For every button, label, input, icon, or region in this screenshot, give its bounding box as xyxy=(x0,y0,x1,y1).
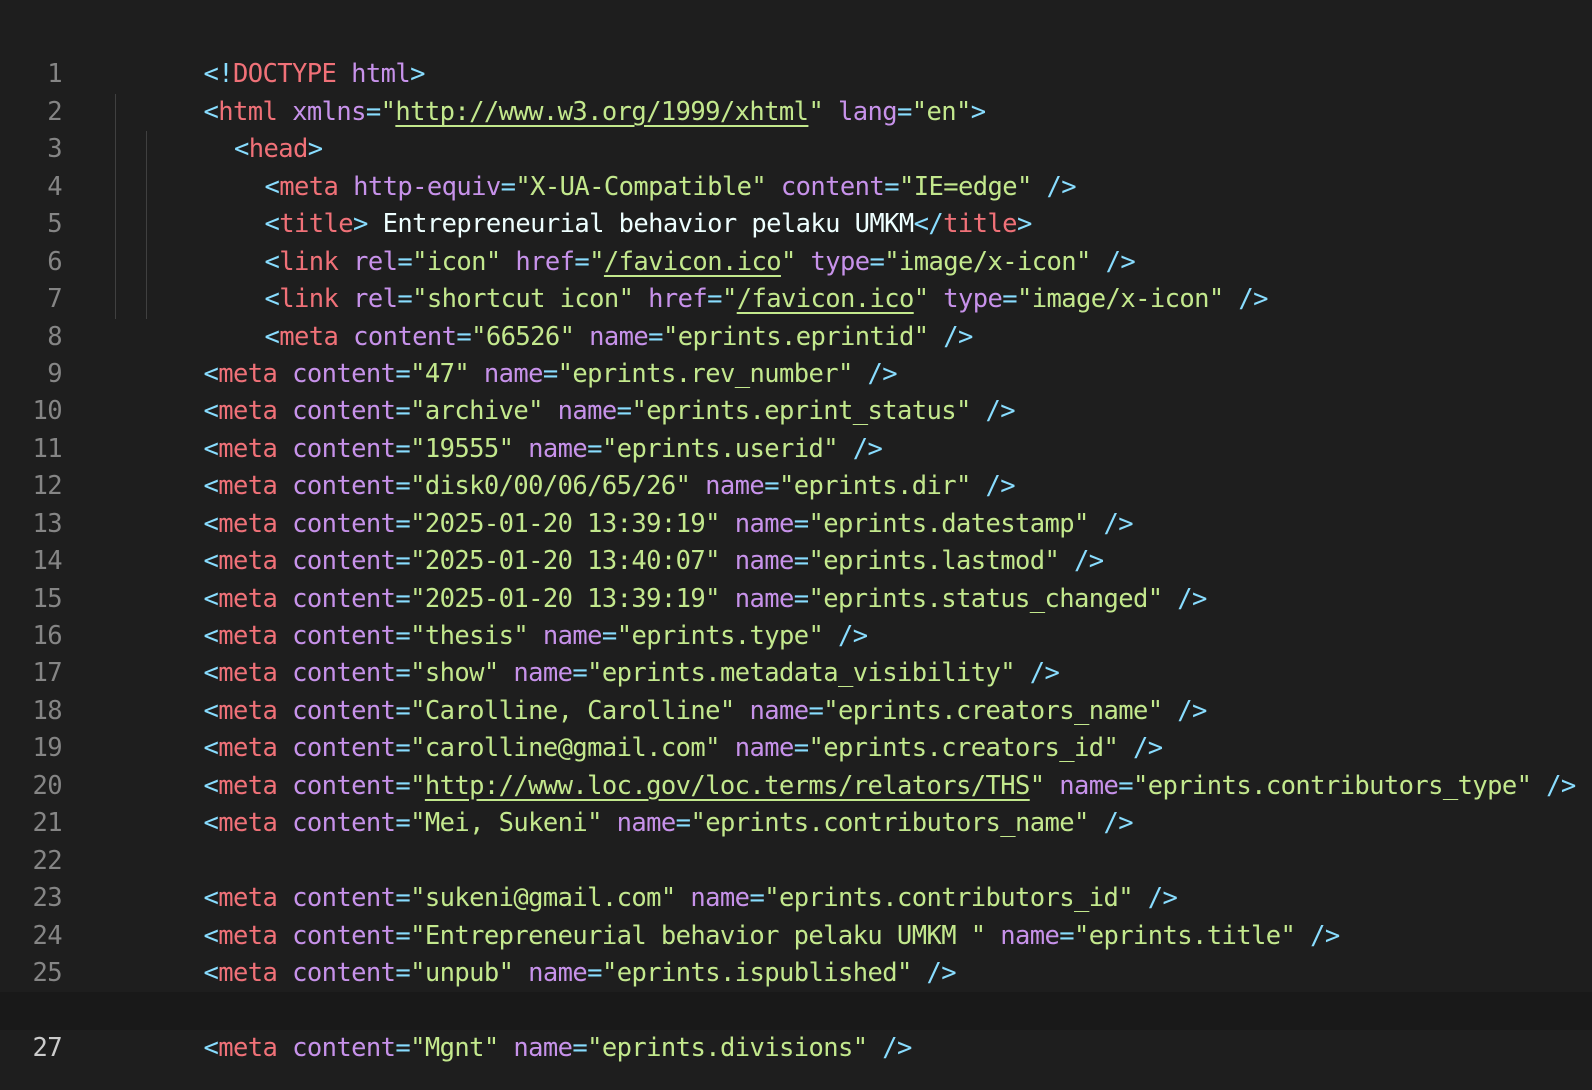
code-line[interactable]: 11 <meta content="19555" name="eprints.u… xyxy=(0,393,1592,464)
indent-guide xyxy=(145,131,147,169)
tag-token: meta xyxy=(218,1032,278,1063)
code-line[interactable]: 8 <meta content="66526" name="eprints.ep… xyxy=(0,281,1592,352)
code-line[interactable]: 24 <meta content="Entrepreneurial behavi… xyxy=(0,880,1592,951)
code-line[interactable]: 6 <link rel="icon" href="/favicon.ico" t… xyxy=(0,206,1592,277)
code-line[interactable]: 26 <meta content="HD28" name="eprints.su… xyxy=(0,955,1592,1025)
line-number: 27 xyxy=(32,1032,62,1063)
code-line-content[interactable]: <meta content="Mei, Sukeni" name="eprint… xyxy=(115,768,1592,838)
indent-guide xyxy=(115,243,116,282)
code-line-content[interactable]: <meta content="2025-01-20 13:40:07" name… xyxy=(115,506,1592,576)
code-line-content[interactable]: <meta content="2025-01-20 13:39:19" name… xyxy=(115,468,1592,539)
indent-guide xyxy=(145,281,147,319)
code-line-content[interactable]: <meta content="47" name="eprints.rev_num… xyxy=(115,319,1592,389)
code-editor[interactable]: 1 <!DOCTYPE html> 2 <html xmlns="http://… xyxy=(0,0,1592,1090)
code-line[interactable]: 10 <meta content="archive" name="eprints… xyxy=(0,356,1592,426)
code-line[interactable]: 1 <!DOCTYPE html> xyxy=(0,19,1592,89)
code-line[interactable]: 5 <title> Entrepreneurial behavior pelak… xyxy=(0,168,1592,239)
code-line-content[interactable]: <meta http-equiv="X-UA-Compatible" conte… xyxy=(115,131,1592,202)
equals-token: = xyxy=(395,1032,411,1063)
code-line[interactable]: 4 <meta http-equiv="X-UA-Compatible" con… xyxy=(0,131,1592,202)
code-line-content[interactable]: <meta content="HD28" name="eprints.subje… xyxy=(115,955,1592,1025)
code-line[interactable]: 7 <link rel="shortcut icon" href="/favic… xyxy=(0,243,1592,314)
code-text: <meta content="Mgnt" name="eprints.divis… xyxy=(203,1030,913,1067)
code-line-content[interactable]: <meta content="thesis" name="eprints.typ… xyxy=(115,581,1592,651)
code-line[interactable]: 18 <meta content="Carolline, Carolline" … xyxy=(0,655,1592,726)
attribute-token: name xyxy=(513,1032,573,1063)
code-line[interactable]: 25 <meta content="unpub" name="eprints.i… xyxy=(0,918,1592,988)
code-line[interactable]: 16 <meta content="thesis" name="eprints.… xyxy=(0,581,1592,651)
code-line-content[interactable]: <meta content="66526" name="eprints.epri… xyxy=(115,281,1592,352)
code-line[interactable]: 3 <head> xyxy=(0,93,1592,164)
code-line-content[interactable]: <!DOCTYPE html> xyxy=(115,19,1592,89)
string-token: "eprints.divisions" xyxy=(587,1032,868,1063)
equals-token: = xyxy=(572,1032,588,1063)
code-lines[interactable]: 1 <!DOCTYPE html> 2 <html xmlns="http://… xyxy=(0,19,1592,1063)
code-line[interactable]: 19 <meta content="carolline@gmail.com" n… xyxy=(0,693,1592,763)
indent-guide xyxy=(115,281,116,319)
bracket-token: < xyxy=(203,1032,219,1063)
bracket-token: /> xyxy=(882,1032,912,1063)
code-line-content[interactable]: <title> Entrepreneurial behavior pelaku … xyxy=(115,168,1592,239)
code-line-content[interactable]: <meta content="archive" name="eprints.ep… xyxy=(115,356,1592,426)
indent-guide xyxy=(115,93,116,132)
code-line[interactable]: 23 <meta content="sukeni@gmail.com" name… xyxy=(0,843,1592,913)
code-line[interactable]: 15 <meta content="2025-01-20 13:39:19" n… xyxy=(0,543,1592,614)
indent-guide xyxy=(145,243,147,282)
code-line-content[interactable]: <html xmlns="http://www.w3.org/1999/xhtm… xyxy=(115,56,1592,127)
code-line-content[interactable]: <meta content="2025-01-20 13:39:19" name… xyxy=(115,543,1592,614)
code-line-content[interactable]: <meta content="Entrepreneurial behavior … xyxy=(115,880,1592,951)
code-line-content[interactable]: <meta content="disk0/00/06/65/26" name="… xyxy=(115,431,1592,501)
code-line-content[interactable]: <meta content="carolline@gmail.com" name… xyxy=(115,693,1592,763)
code-line[interactable]: 27 <meta content="Mgnt" name="eprints.di… xyxy=(0,992,1592,1063)
code-line[interactable]: 13 <meta content="2025-01-20 13:39:19" n… xyxy=(0,468,1592,539)
code-line-content[interactable]: <link rel="icon" href="/favicon.ico" typ… xyxy=(115,206,1592,277)
indent-guide xyxy=(115,131,116,169)
code-line-content[interactable] xyxy=(115,805,1592,842)
string-token: "Mgnt" xyxy=(410,1032,499,1063)
code-line-content[interactable]: <meta content="Mgnt" name="eprints.divis… xyxy=(115,992,1592,1063)
code-line-content[interactable]: <meta content="19555" name="eprints.user… xyxy=(115,393,1592,464)
code-line-content[interactable]: <meta content="http://www.loc.gov/loc.te… xyxy=(115,730,1592,801)
code-line[interactable]: 14 <meta content="2025-01-20 13:40:07" n… xyxy=(0,506,1592,576)
code-line[interactable]: 22 xyxy=(0,805,1592,876)
code-line-content[interactable]: <meta content="sukeni@gmail.com" name="e… xyxy=(115,843,1592,913)
code-line[interactable]: 20 <meta content="http://www.loc.gov/loc… xyxy=(0,730,1592,801)
code-line[interactable]: 2 <html xmlns="http://www.w3.org/1999/xh… xyxy=(0,56,1592,127)
code-line-content[interactable]: <meta content="show" name="eprints.metad… xyxy=(115,618,1592,688)
code-line[interactable]: 17 <meta content="show" name="eprints.me… xyxy=(0,618,1592,688)
indent-guide xyxy=(115,168,116,207)
code-line-content[interactable]: <head> xyxy=(115,93,1592,164)
indent-guide xyxy=(115,206,116,244)
indent-guide xyxy=(145,206,147,244)
code-line[interactable]: 21 <meta content="Mei, Sukeni" name="epr… xyxy=(0,768,1592,838)
attribute-token: content xyxy=(292,1032,396,1063)
indent-guide xyxy=(145,168,147,207)
code-line-content[interactable]: <meta content="unpub" name="eprints.ispu… xyxy=(115,918,1592,988)
code-line-content[interactable]: <link rel="shortcut icon" href="/favicon… xyxy=(115,243,1592,314)
code-line[interactable]: 9 <meta content="47" name="eprints.rev_n… xyxy=(0,319,1592,389)
code-line-content[interactable]: <meta content="Carolline, Carolline" nam… xyxy=(115,655,1592,726)
code-line[interactable]: 12 <meta content="disk0/00/06/65/26" nam… xyxy=(0,431,1592,501)
